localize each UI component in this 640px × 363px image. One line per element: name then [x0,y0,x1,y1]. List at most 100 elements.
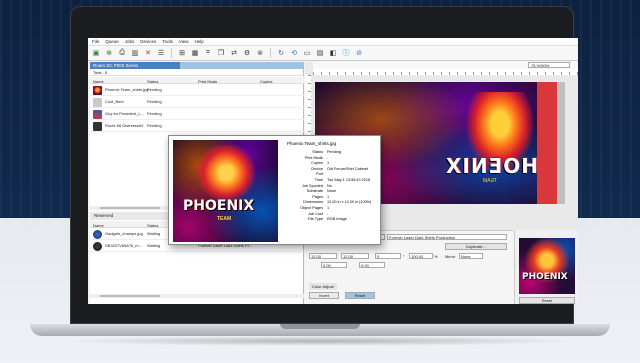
scale-field[interactable]: 100.00 [409,253,433,259]
mirror-select[interactable]: None [459,253,483,259]
job-name: Route 66 Distressed2 [105,122,144,128]
horizontal-ruler [313,69,578,75]
property-key: Substrate [306,189,323,194]
x-field[interactable]: 0.00 [321,262,347,268]
col-name[interactable]: Name [93,223,104,228]
stop-icon[interactable]: ⊗ [255,48,265,58]
menu-tools[interactable]: Tools [162,39,173,44]
popup-title: Phoenix Team_shirts.jpg [287,141,336,146]
menu-devices[interactable]: Devices [140,39,156,44]
grid-icon[interactable]: ▤ [315,48,325,58]
property-value: Old Forum/Shirt Cabinet [327,166,368,171]
queue-table-header: Name Status Print Mode Copies [90,77,304,84]
property-value: 1 [327,206,330,210]
artwork-word: PHOENIX [445,154,537,178]
job-name: Gadgets_champs.jpg [105,230,143,236]
copy-icon[interactable]: ❐ [216,48,226,58]
property-value: RGB Image [327,217,347,222]
menu-view[interactable]: View [179,39,189,44]
menu-jobs[interactable]: Jobs [125,39,135,44]
property-value: - [327,211,329,216]
job-name: Phoenix Team_shirts.jpg [105,86,149,92]
invert-button[interactable]: Invert [309,292,339,299]
job-status: Pending [147,122,162,128]
property-key: Time [314,178,323,182]
job-thumbnail [93,98,102,107]
reset-color-button[interactable]: Reset [345,292,375,299]
table-row[interactable]: Cold_Beer Pending [90,97,304,108]
thumbnail-preview: PHOENIX Reset [514,230,578,304]
layout-icon[interactable]: ▦ [190,48,200,58]
job-name: Guy for President_L... [105,110,144,116]
property-key: Port [316,172,323,177]
preview-image: PHOENIX [519,238,575,294]
printer-tab[interactable]: Roam SC P000 Series [90,62,180,69]
add-job-icon[interactable]: ⊕ [104,48,114,58]
table-row[interactable]: Phoenix Team_shirts.jpg Pending [90,85,304,96]
job-info-popup: PHOENIX TEAM Phoenix Team_shirts.jpg Sta… [168,135,381,245]
property-value: 12.00 in x 12.00 in (100%) [327,200,372,205]
property-value: Pending [327,150,341,154]
menu-queue[interactable]: Queue [105,39,119,44]
property-value: 1 [327,194,330,199]
table-row[interactable]: Guy for President_L... Pending [90,109,304,120]
open-icon[interactable]: ▣ [91,48,101,58]
property-key: Pages [312,194,323,199]
tab-color-adjust[interactable]: Color Adjust [309,283,337,290]
zoom-select[interactable]: 75 %/50% [528,62,570,68]
toolbar-separator [171,48,172,58]
col-status[interactable]: Status [147,79,158,84]
rotate-field[interactable]: 0 [375,253,401,259]
property-key: Dimensions [303,200,323,205]
job-name: Cold_Beer [105,98,124,104]
job-status: Waiting [147,230,161,236]
preview-reset-button[interactable]: Reset [519,297,575,304]
pause-icon[interactable]: ▥ [130,48,140,58]
monitor-icon[interactable]: ▭ [302,48,312,58]
menu-file[interactable]: File [92,39,99,44]
settings-icon[interactable]: ⚙ [242,48,252,58]
height-field[interactable]: 12.00 [341,253,369,259]
scale-unit: % [434,254,438,259]
table-row[interactable]: Route 66 Distressed2 Pending [90,121,304,132]
col-print-mode[interactable]: Print Mode [198,79,217,84]
arrange-icon[interactable]: ⊞ [177,48,187,58]
col-copies[interactable]: Copies [260,79,272,84]
job-thumbnail [93,110,102,119]
col-status[interactable]: Status [147,223,158,228]
rotate-icon[interactable]: ⟲ [289,48,299,58]
color-icon[interactable]: ◧ [328,48,338,58]
print-mode-select[interactable]: Forever Laser Dark Shirts Production [387,234,507,240]
property-key: Status [312,150,323,154]
lower-scrollbar[interactable] [90,294,304,298]
width-field[interactable]: 12.00 [309,253,337,259]
duplicate-button[interactable]: Duplicate... [445,243,507,250]
property-key: Job Spooled [301,183,323,188]
refresh-icon[interactable]: ↻ [276,48,286,58]
job-status: Pending [147,98,162,104]
popup-art-word: PHOENIX [183,198,255,214]
delete-icon[interactable]: ✕ [143,48,153,58]
property-value: - [327,155,329,160]
print-icon[interactable]: ⎙ [117,48,127,58]
info-icon[interactable]: ⓘ [341,48,351,58]
toolbar-separator [270,48,271,58]
tab-reserved[interactable]: Reserved [90,212,180,220]
properties-icon[interactable]: ☰ [156,48,166,58]
property-value: Tue May 1 13:55:43 2018 [327,178,371,182]
mirror-label: Mirror [445,254,456,259]
y-field[interactable]: 0.00 [359,262,385,268]
laptop-shadow [60,336,580,346]
rotate-unit: ° [403,254,405,259]
cancel-icon[interactable]: ⊘ [354,48,364,58]
crop-icon[interactable]: ⌗ [203,48,213,58]
transfer-icon[interactable]: ⇄ [229,48,239,58]
property-value: No [327,183,332,188]
menu-help[interactable]: Help [195,39,204,44]
queue-total: Total : 5 [90,69,304,76]
property-key: File Type [307,217,323,222]
popup-image: PHOENIX TEAM [173,140,278,242]
col-name[interactable]: Name [93,79,104,84]
artwork-sub: TEAM [483,178,497,184]
property-key: Object Pages [300,206,323,210]
